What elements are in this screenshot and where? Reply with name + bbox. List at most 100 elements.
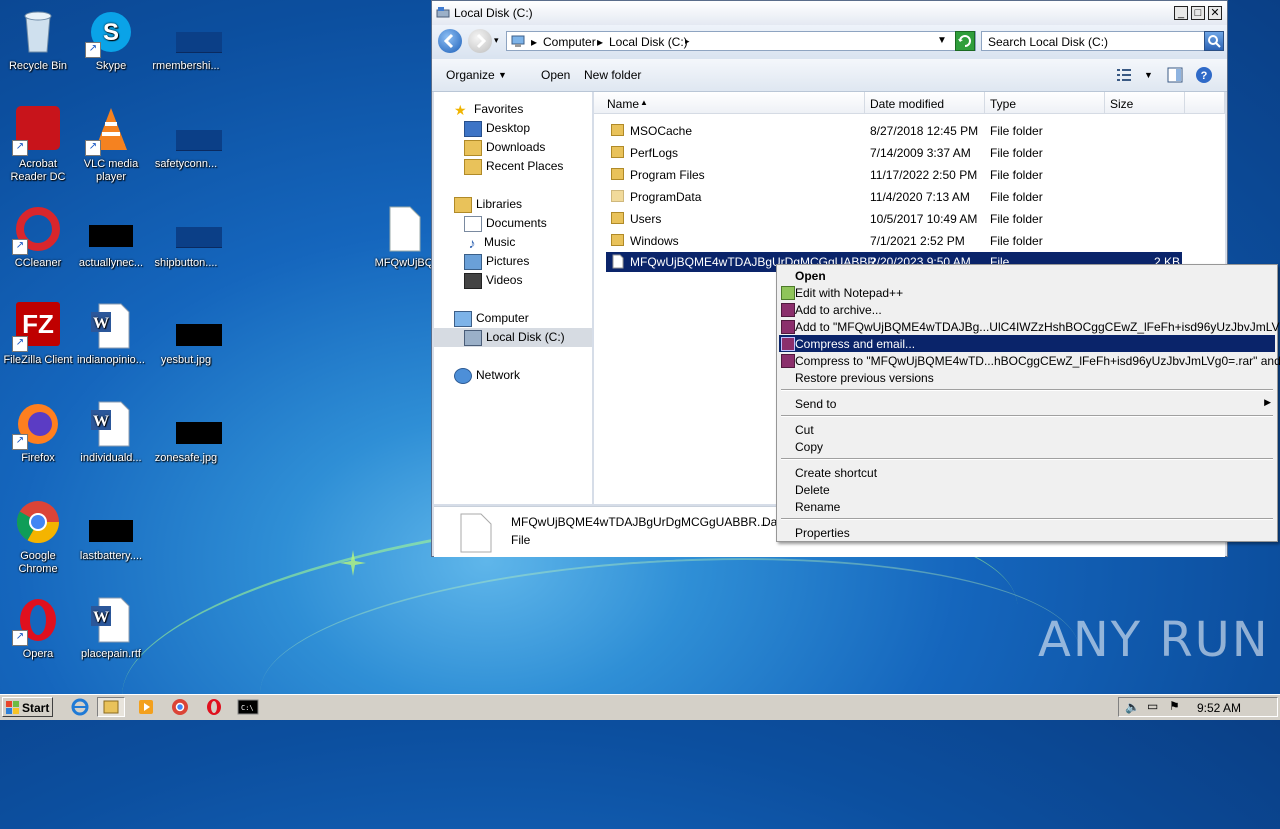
- address-box[interactable]: ▸ Computer ▸ Local Disk (C:) ▸ ▼: [506, 31, 976, 51]
- notepadpp-icon: [781, 286, 795, 300]
- skype-icon[interactable]: S ↗ Skype: [73, 8, 149, 73]
- menu-item-copy[interactable]: Copy: [779, 438, 1275, 455]
- menu-item-edit-notepad[interactable]: Edit with Notepad++: [779, 284, 1275, 301]
- command-prompt-icon[interactable]: C:\: [234, 697, 262, 717]
- breadcrumb-computer[interactable]: Computer: [543, 35, 596, 49]
- organize-button[interactable]: Organize: [446, 68, 495, 82]
- nav-local-disk[interactable]: Local Disk (C:): [464, 330, 565, 346]
- table-row[interactable]: MSOCache 8/27/2018 12:45 PM File folder: [606, 121, 1182, 141]
- back-arrow-icon[interactable]: [438, 29, 462, 53]
- chevron-down-icon[interactable]: ▼: [937, 35, 947, 46]
- nav-music[interactable]: ♪ Music: [464, 234, 516, 251]
- opera-icon[interactable]: ↗ Opera: [0, 596, 76, 661]
- nav-videos[interactable]: Videos: [464, 273, 522, 289]
- nav-documents[interactable]: Documents: [464, 216, 547, 232]
- filezilla-icon[interactable]: FZ ↗ FileZilla Client: [0, 302, 76, 367]
- chevron-down-icon[interactable]: ▼: [498, 70, 507, 80]
- music-icon: ♪: [468, 234, 476, 251]
- file-icon[interactable]: rmembershi...: [148, 8, 224, 73]
- file-icon[interactable]: lastbattery....: [73, 498, 149, 563]
- refresh-icon[interactable]: [955, 31, 975, 51]
- table-row[interactable]: Program Files 11/17/2022 2:50 PM File fo…: [606, 165, 1182, 185]
- menu-item-open[interactable]: Open: [779, 267, 1275, 284]
- word-document-icon[interactable]: W individuald...: [73, 400, 149, 465]
- svg-text:S: S: [103, 19, 119, 46]
- open-button[interactable]: Open: [541, 68, 570, 82]
- title-bar[interactable]: Local Disk (C:) _ □ ✕: [432, 1, 1227, 25]
- submenu-arrow-icon: ▶: [1264, 397, 1271, 407]
- table-row[interactable]: ProgramData 11/4/2020 7:13 AM File folde…: [606, 187, 1182, 207]
- nav-pictures[interactable]: Pictures: [464, 254, 529, 270]
- chevron-down-icon[interactable]: ▼: [1144, 70, 1153, 80]
- views-icon[interactable]: [1116, 68, 1132, 82]
- menu-item-cut[interactable]: Cut: [779, 421, 1275, 438]
- column-header-size[interactable]: Size: [1105, 92, 1185, 114]
- file-icon[interactable]: safetyconn...: [148, 106, 224, 171]
- word-document-icon[interactable]: W placepain.rtf: [73, 596, 149, 661]
- nav-libraries[interactable]: Libraries: [454, 197, 522, 213]
- history-dropdown-icon[interactable]: ▾: [494, 35, 499, 46]
- forward-arrow-icon[interactable]: [468, 29, 492, 53]
- table-row[interactable]: PerfLogs 7/14/2009 3:37 AM File folder: [606, 143, 1182, 163]
- image-file-icon[interactable]: zonesafe.jpg: [148, 400, 224, 465]
- column-header-date[interactable]: Date modified: [865, 92, 985, 114]
- opera-icon[interactable]: [200, 697, 228, 717]
- nav-favorites[interactable]: ★ Favorites: [454, 102, 523, 117]
- start-button[interactable]: Start: [2, 697, 53, 717]
- file-date: 11/17/2022 2:50 PM: [870, 168, 978, 182]
- maximize-button[interactable]: □: [1191, 6, 1205, 20]
- help-icon[interactable]: ?: [1195, 66, 1213, 84]
- media-player-icon[interactable]: [132, 697, 160, 717]
- file-icon[interactable]: shipbutton....: [148, 205, 224, 270]
- nav-label: Music: [484, 235, 516, 249]
- new-folder-button[interactable]: New folder: [584, 68, 641, 82]
- file-name: MSOCache: [630, 124, 693, 138]
- search-input[interactable]: Search Local Disk (C:): [981, 31, 1205, 51]
- word-document-icon[interactable]: W indianopinio...: [73, 302, 149, 367]
- menu-label: Cut: [795, 423, 814, 437]
- column-header-type[interactable]: Type: [985, 92, 1105, 114]
- nav-recent-places[interactable]: Recent Places: [464, 159, 563, 175]
- chrome-icon[interactable]: Google Chrome: [0, 498, 76, 576]
- nav-network[interactable]: Network: [454, 368, 520, 384]
- menu-item-restore-versions[interactable]: Restore previous versions: [779, 369, 1275, 386]
- desktop-icon-label: safetyconn...: [154, 158, 218, 170]
- sort-up-icon: ▲: [640, 98, 648, 107]
- nav-desktop[interactable]: Desktop: [464, 121, 530, 137]
- explorer-taskbar-button[interactable]: [97, 697, 125, 717]
- menu-item-delete[interactable]: Delete: [779, 481, 1275, 498]
- recycle-bin-icon[interactable]: Recycle Bin: [0, 8, 76, 73]
- ccleaner-icon[interactable]: ↗ CCleaner: [0, 205, 76, 270]
- column-header-name[interactable]: Name ▲: [594, 92, 865, 114]
- menu-item-add-to-rar[interactable]: Add to "MFQwUjBQME4wTDAJBg...UlC4IWZzHsh…: [779, 318, 1280, 335]
- file-icon[interactable]: actuallynec...: [73, 205, 149, 270]
- menu-item-compress-to-rar-email[interactable]: Compress to "MFQwUjBQME4wTD...hBOCggCEwZ…: [779, 352, 1280, 369]
- nav-downloads[interactable]: Downloads: [464, 140, 545, 156]
- volume-icon[interactable]: 🔈: [1125, 700, 1140, 714]
- vlc-icon[interactable]: ↗ VLC media player: [73, 106, 149, 184]
- table-row[interactable]: Windows 7/1/2021 2:52 PM File folder: [606, 231, 1182, 251]
- menu-item-compress-email[interactable]: Compress and email...: [779, 335, 1275, 352]
- preview-pane-icon[interactable]: [1167, 67, 1183, 83]
- menu-item-add-archive[interactable]: Add to archive...: [779, 301, 1275, 318]
- menu-item-rename[interactable]: Rename: [779, 498, 1275, 515]
- search-icon[interactable]: [1204, 31, 1224, 51]
- display-icon[interactable]: ▭: [1147, 699, 1158, 713]
- minimize-button[interactable]: _: [1174, 6, 1188, 20]
- nav-computer[interactable]: Computer: [454, 311, 529, 327]
- desktop-icon-label: rmembershi...: [152, 60, 220, 72]
- breadcrumb-local-disk[interactable]: Local Disk (C:): [609, 35, 688, 49]
- chrome-icon[interactable]: [166, 697, 194, 717]
- close-button[interactable]: ✕: [1208, 6, 1222, 20]
- menu-item-create-shortcut[interactable]: Create shortcut: [779, 464, 1275, 481]
- menu-item-properties[interactable]: Properties: [779, 524, 1275, 541]
- image-file-icon[interactable]: yesbut.jpg: [148, 302, 224, 367]
- internet-explorer-icon[interactable]: [66, 697, 94, 717]
- table-row[interactable]: Users 10/5/2017 10:49 AM File folder: [606, 209, 1182, 229]
- file-icon[interactable]: MFQwUjBQ: [372, 205, 436, 270]
- action-center-flag-icon[interactable]: ⚑: [1169, 699, 1180, 713]
- acrobat-icon[interactable]: ↗ Acrobat Reader DC: [0, 106, 76, 184]
- menu-item-send-to[interactable]: Send to ▶: [779, 395, 1275, 412]
- clock[interactable]: 9:52 AM: [1197, 701, 1241, 715]
- firefox-icon[interactable]: ↗ Firefox: [0, 400, 76, 465]
